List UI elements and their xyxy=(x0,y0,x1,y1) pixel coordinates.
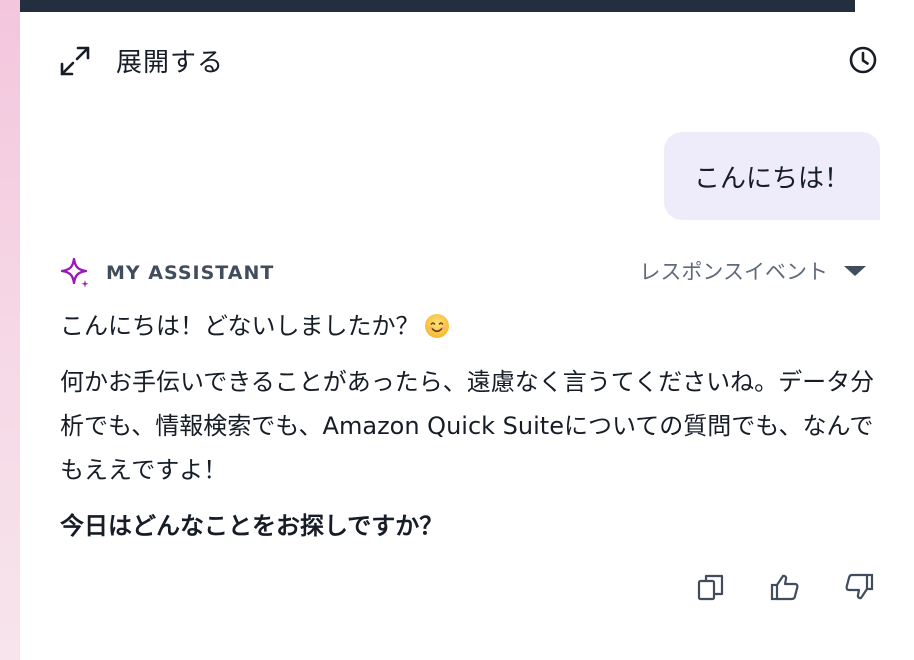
message-actions xyxy=(696,572,874,602)
assistant-name: MY ASSISTANT xyxy=(106,262,275,284)
user-message-bubble: こんにちは！ xyxy=(664,132,880,220)
thumbs-up-icon[interactable] xyxy=(770,572,800,602)
assistant-body-text: 何かお手伝いできることがあったら、遠慮なく言うてくださいね。データ分析でも、情報… xyxy=(60,368,875,484)
clock-icon[interactable] xyxy=(848,45,878,75)
assistant-question: 今日はどんなことをお探しですか？ xyxy=(60,512,444,540)
sparkle-icon xyxy=(60,257,89,288)
top-bar-gap xyxy=(855,0,914,12)
expand-button[interactable]: 展開する xyxy=(58,42,224,79)
top-bar xyxy=(0,0,855,12)
response-events-label: レスポンスイベント xyxy=(639,260,828,284)
assistant-greeting-line: こんにちは！どないしましたか？ xyxy=(60,304,880,348)
assistant-greeting: こんにちは！どないしましたか？ xyxy=(60,312,420,340)
chat-panel: 展開する こんにちは！ MY ASSISTANT レスポンスイベント こんにちは… xyxy=(20,12,914,660)
copy-icon[interactable] xyxy=(696,572,726,602)
response-events-dropdown[interactable]: レスポンスイベント xyxy=(639,256,868,286)
expand-arrows-icon xyxy=(60,46,90,75)
app-window: 展開する こんにちは！ MY ASSISTANT レスポンスイベント こんにちは… xyxy=(0,0,914,660)
assistant-header: MY ASSISTANT xyxy=(58,256,274,290)
assistant-message: こんにちは！どないしましたか？ 何かお手伝いできることがあったら、遠慮なく言うて… xyxy=(60,304,880,548)
chevron-down-icon xyxy=(844,266,866,276)
smiling-face-emoji-icon xyxy=(424,314,449,338)
left-gradient-strip xyxy=(0,0,20,660)
expand-label: 展開する xyxy=(116,48,225,78)
thumbs-down-icon[interactable] xyxy=(844,572,874,602)
